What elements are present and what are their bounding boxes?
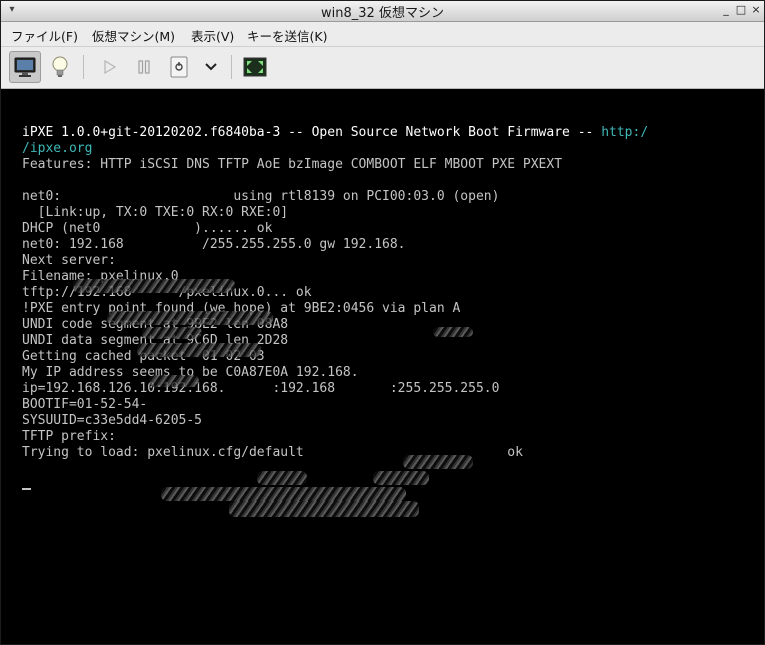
window-title: win8_32 仮想マシン [321, 6, 444, 21]
run-button[interactable] [93, 51, 125, 83]
console-line: Next server: [22, 253, 116, 268]
toolbar-separator [83, 55, 84, 79]
close-button[interactable]: × [749, 3, 763, 17]
play-icon [104, 59, 117, 75]
maximize-button[interactable]: □ [734, 3, 748, 17]
console-banner-wrap: /ipxe.org [22, 141, 648, 157]
console-line: Getting cached packet 01 02 03 [22, 349, 265, 364]
redaction-mark [107, 311, 273, 325]
shutdown-menu-button[interactable] [195, 51, 227, 83]
console-line: BOOTIF=01-52-54- [22, 397, 148, 412]
redaction-mark [137, 343, 261, 357]
fullscreen-button[interactable] [239, 51, 271, 83]
console-line: SYSUUID=c33e5dd4-6205-5 [22, 413, 203, 428]
ipxe-link-part2: /ipxe.org [22, 141, 93, 156]
console-line: Trying to load: pxelinux.cfg/default ok [22, 445, 523, 460]
menu-send-key[interactable]: キーを送信(K) [247, 26, 327, 45]
power-icon [170, 56, 188, 78]
menu-virtual-machine[interactable]: 仮想マシン(M) [92, 26, 175, 45]
menu-file[interactable]: ファイル(F) [11, 26, 78, 45]
redaction-mark [373, 471, 429, 485]
console-output: iPXE 1.0.0+git-20120202.f6840ba-3 -- Ope… [22, 125, 648, 493]
redaction-mark [161, 487, 406, 501]
redaction-mark [149, 375, 199, 387]
redaction-mark [229, 501, 419, 517]
console-line: TFTP prefix: [22, 429, 116, 444]
title-bar[interactable]: ▾ win8_32 仮想マシン _ □ × [1, 1, 764, 22]
console-blank [22, 173, 648, 189]
minimize-button[interactable]: _ [719, 3, 733, 17]
redaction-mark [433, 327, 473, 337]
details-view-button[interactable] [44, 51, 76, 83]
shutdown-button[interactable] [163, 51, 195, 83]
redaction-mark [257, 471, 307, 485]
monitor-icon [14, 57, 36, 77]
console-line: net0: 192.168 /255.255.255.0 gw 192.168. [22, 237, 406, 252]
console-blank [22, 461, 648, 477]
ipxe-version: iPXE 1.0.0+git-20120202.f6840ba-3 [22, 125, 281, 140]
lightbulb-icon [52, 56, 68, 77]
console-features: Features: HTTP iSCSI DNS TFTP AoE bzImag… [22, 157, 563, 172]
ipxe-link-part1: http:/ [601, 125, 649, 140]
fullscreen-icon [243, 57, 267, 77]
redaction-mark [73, 279, 235, 293]
console-line: DHCP (net0 )...... ok [22, 221, 273, 236]
console-line: [Link:up, TX:0 TXE:0 RX:0 RXE:0] [22, 205, 289, 220]
console-banner: iPXE 1.0.0+git-20120202.f6840ba-3 -- Ope… [22, 125, 648, 141]
redaction-mark [142, 327, 202, 339]
vm-window: ▾ win8_32 仮想マシン _ □ × ファイル(F) 仮想マシン(M) 表… [0, 0, 765, 645]
menu-bar: ファイル(F) 仮想マシン(M) 表示(V) キーを送信(K) [1, 22, 764, 47]
console-line: My IP address seems to be C0A87E0A 192.1… [22, 365, 359, 380]
console-line: ip=192.168.126.10:192.168. :192.168 :255… [22, 381, 500, 396]
chevron-down-icon [205, 63, 217, 71]
console-cursor [22, 488, 31, 490]
console-line: UNDI data segment at 9C6D len 2D28 [22, 333, 289, 348]
ipxe-tagline: -- Open Source Network Boot Firmware -- [280, 125, 602, 140]
pause-button[interactable] [128, 51, 160, 83]
pause-icon [138, 60, 150, 74]
console-view-button[interactable] [9, 51, 41, 83]
menu-view[interactable]: 表示(V) [191, 26, 234, 45]
console-line: net0: using rtl8139 on PCI00:03.0 (open) [22, 189, 500, 204]
toolbar [1, 47, 764, 89]
toolbar-separator [231, 55, 232, 79]
redaction-mark [403, 455, 473, 469]
